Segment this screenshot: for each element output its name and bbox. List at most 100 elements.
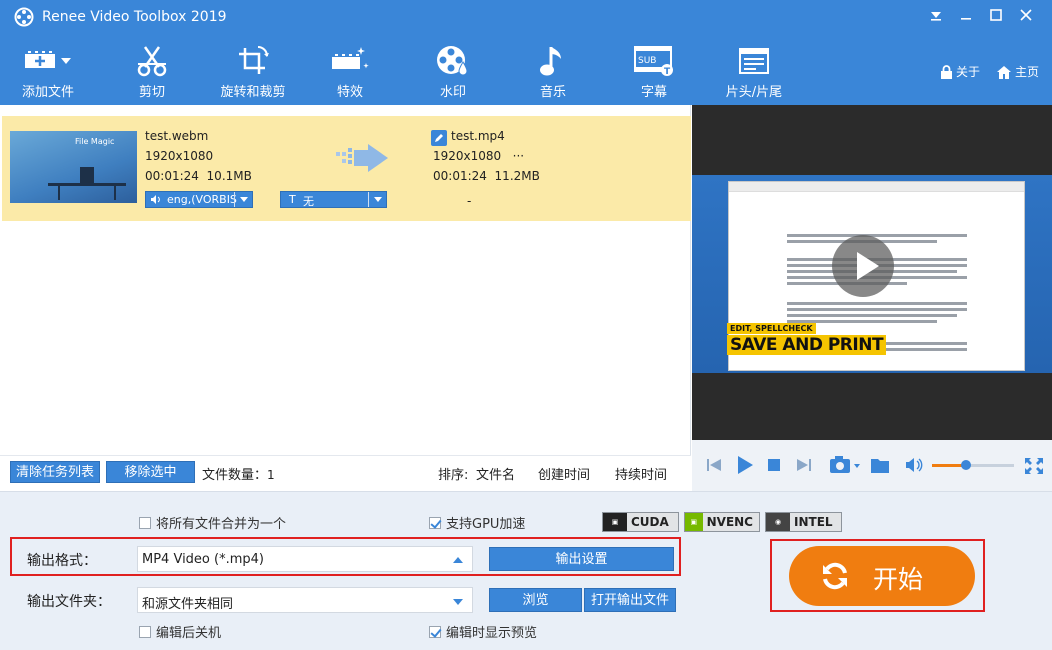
fullscreen-icon[interactable] [1024,457,1044,475]
chevron-down-icon [453,599,463,605]
gpu-accel-box [429,516,441,529]
cuda-badge: ▣ CUDA [602,512,679,532]
output-folder-label: 输出文件夹： [27,594,111,610]
toolbar-rotate-crop-label: 旋转和裁剪 [220,85,286,100]
subtitle-select[interactable]: T 无 [280,191,387,208]
output-file-name: test.mp4 [451,129,505,143]
svg-text:T: T [664,67,671,77]
skip-back-icon[interactable] [706,457,722,473]
app-logo-icon [14,7,34,27]
show-preview-label: 编辑时显示预览 [446,626,538,641]
home-button[interactable]: 主页 [996,63,1039,80]
output-more-button[interactable]: ··· [513,149,524,163]
preview-badge-big: SAVE AND PRINT [727,335,887,355]
scissors-icon [137,46,167,77]
toolbar-watermark[interactable]: 水印 [408,44,498,102]
sort-by-name[interactable]: 文件名 [476,464,515,483]
maximize-icon [990,9,1002,21]
sort-by-duration[interactable]: 持续时间 [615,464,667,483]
nvenc-label: NVENC [706,515,753,529]
start-button[interactable]: 开始 [789,546,975,606]
output-settings-panel: 将所有文件合并为一个 支持GPU加速 ▣ CUDA ▣ NVENC ◉ INTE… [0,491,1052,650]
shutdown-after-edit-checkbox[interactable]: 编辑后关机 [139,622,221,641]
toolbar-music-label: 音乐 [539,85,566,100]
source-file-name: test.webm [145,129,209,143]
play-overlay-icon[interactable] [832,235,894,297]
subtitle-prefix: T [289,193,296,206]
video-preview[interactable]: EDIT, SPELLCHECK SAVE AND PRINT [692,105,1052,440]
playback-controls [692,440,1052,491]
output-folder-value: 和源文件夹相同 [142,597,234,612]
file-count: 文件数量：1 [202,464,275,483]
output-folder-select[interactable]: 和源文件夹相同 [137,587,473,613]
task-list: File Magic test.webm 1920x1080 00:01:24 … [0,105,691,455]
home-label: 主页 [1015,65,1040,79]
source-size: 10.1MB [206,169,252,183]
intel-label: INTEL [794,515,833,529]
output-resolution: 1920x1080 [433,149,502,163]
toolbar-add-file-label: 添加文件 [21,85,74,100]
toolbar-add-file[interactable]: 添加文件 [3,44,93,102]
preview-badge-small: EDIT, SPELLCHECK [727,323,816,334]
volume-icon[interactable] [905,458,923,472]
skip-forward-icon[interactable] [796,457,812,473]
output-settings-button[interactable]: 输出设置 [489,547,674,571]
about-label: 关于 [956,65,981,79]
toolbar-intro-outro[interactable]: 片头/片尾 [709,44,799,102]
toolbar-subtitle[interactable]: SUB T 字幕 [609,44,699,102]
toolbar-music[interactable]: 音乐 [508,44,598,102]
open-folder-icon[interactable] [870,456,890,474]
subtitle-value: 无 [303,195,314,208]
sort-label: 排序: [438,468,469,483]
audio-track-select[interactable]: eng,(VORBIS [145,191,253,208]
watermark-icon [437,46,468,76]
refresh-icon [823,562,847,590]
output-format-label: 输出格式： [27,553,97,569]
source-resolution: 1920x1080 [145,149,214,163]
app-window: Renee Video Toolbox 2019 添加文件 剪切 旋转和裁剪 特… [0,0,1052,650]
merge-files-checkbox[interactable]: 将所有文件合并为一个 [139,513,286,532]
gpu-accel-label: 支持GPU加速 [446,517,526,532]
show-preview-checkbox[interactable]: 编辑时显示预览 [429,622,537,641]
snapshot-camera-icon[interactable] [829,455,861,475]
chevron-up-icon [453,557,463,563]
svg-text:SUB: SUB [638,56,656,66]
stop-icon[interactable] [768,459,780,471]
output-format-value: MP4 Video (*.mp4) [142,552,264,567]
remove-selected-button[interactable]: 移除选中 [106,461,195,483]
nvenc-badge: ▣ NVENC [684,512,760,532]
rotate-crop-icon [239,46,269,74]
close-button[interactable] [1014,6,1038,28]
output-format-select[interactable]: MP4 Video (*.mp4) [137,546,473,572]
about-button[interactable]: 关于 [940,63,980,80]
play-icon[interactable] [736,455,754,475]
open-output-folder-button[interactable]: 打开输出文件 [584,588,676,612]
intel-logo-icon: ◉ [766,513,790,531]
nvidia-logo-icon: ▣ [603,513,627,531]
speaker-icon [151,195,160,204]
intro-outro-icon [739,48,769,74]
volume-slider[interactable] [932,460,1014,470]
maximize-button[interactable] [984,6,1008,28]
shutdown-after-edit-box [139,625,151,638]
gpu-accel-checkbox[interactable]: 支持GPU加速 [429,513,525,532]
toolbar-rotate-crop[interactable]: 旋转和裁剪 [208,44,298,102]
clear-task-list-button[interactable]: 清除任务列表 [10,461,100,483]
close-icon [1020,9,1032,21]
effects-icon [332,47,369,73]
output-duration: 00:01:24 [433,169,487,183]
minimize-button[interactable] [954,6,978,28]
chevron-down-icon [931,12,941,21]
convert-arrow-icon [336,144,388,172]
toolbar-cut-label: 剪切 [138,85,165,100]
toolbar-effects[interactable]: 特效 [305,44,395,102]
lock-icon [941,64,952,79]
dropdown-menu-button[interactable] [924,6,948,28]
task-row[interactable]: File Magic test.webm 1920x1080 00:01:24 … [2,116,691,221]
sort-by-created[interactable]: 创建时间 [538,464,590,483]
toolbar-cut[interactable]: 剪切 [107,44,197,102]
browse-button[interactable]: 浏览 [489,588,582,612]
volume-knob[interactable] [961,460,972,470]
intel-badge: ◉ INTEL [765,512,842,532]
shutdown-after-edit-label: 编辑后关机 [156,626,222,641]
